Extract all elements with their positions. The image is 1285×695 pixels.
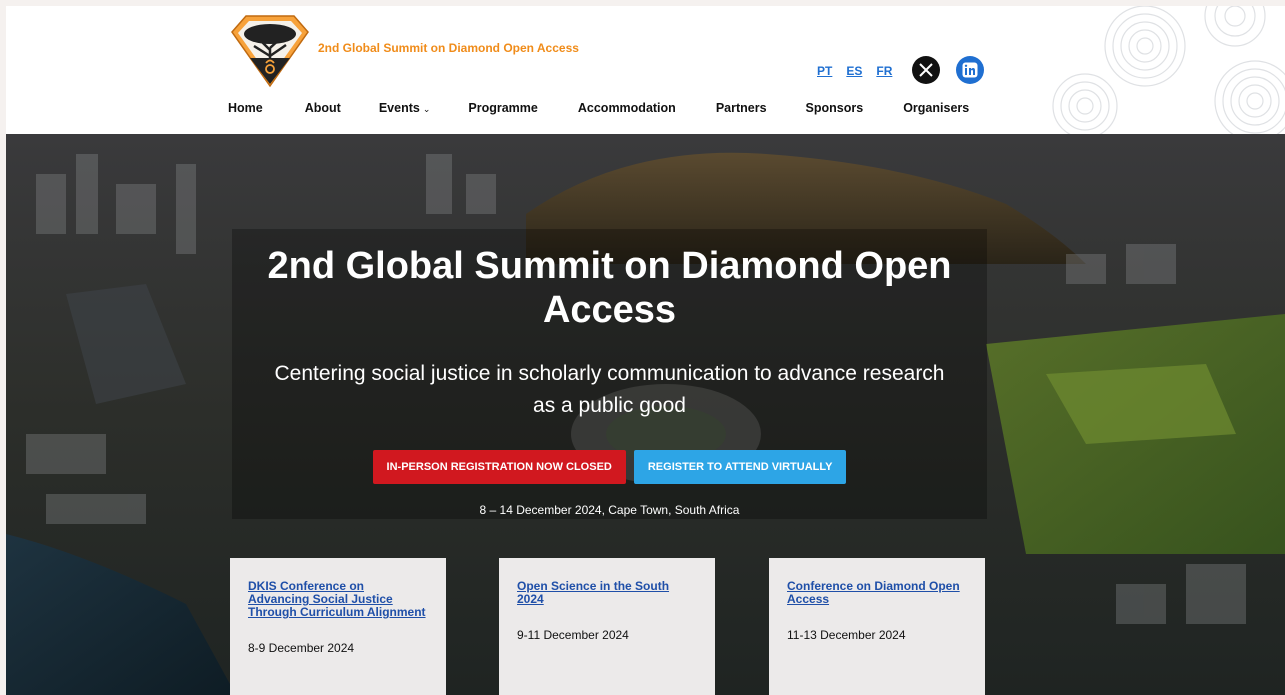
hero-buttons: IN-PERSON REGISTRATION NOW CLOSED REGIST… bbox=[232, 450, 987, 484]
language-link-es[interactable]: ES bbox=[846, 64, 862, 78]
hero-title: 2nd Global Summit on Diamond Open Access bbox=[267, 245, 952, 331]
site-title[interactable]: 2nd Global Summit on Diamond Open Access bbox=[318, 41, 579, 55]
language-switcher: PT ES FR bbox=[817, 64, 892, 78]
event-card-open-science-south: Open Science in the South 2024 9-11 Dece… bbox=[499, 558, 715, 695]
decorative-circles-icon bbox=[1052, 6, 1285, 134]
event-title-link[interactable]: DKIS Conference on Advancing Social Just… bbox=[248, 580, 428, 619]
nav-item-partners[interactable]: Partners bbox=[716, 101, 767, 115]
event-date: 11-13 December 2024 bbox=[787, 628, 906, 642]
nav-item-events[interactable]: Events ⌄ bbox=[379, 101, 431, 115]
in-person-registration-closed-button[interactable]: IN-PERSON REGISTRATION NOW CLOSED bbox=[372, 450, 626, 484]
nav-item-home[interactable]: Home bbox=[228, 101, 263, 115]
summit-logo-icon bbox=[231, 15, 309, 88]
nav-item-events-label: Events bbox=[378, 101, 420, 115]
main-nav: Home About Events ⌄ Programme Accommodati… bbox=[228, 101, 969, 115]
hero-date-location: 8 – 14 December 2024, Cape Town, South A… bbox=[479, 503, 740, 517]
linkedin-social-link[interactable] bbox=[956, 56, 984, 84]
event-card-diamond-oa-conference: Conference on Diamond Open Access 11-13 … bbox=[769, 558, 985, 695]
event-card-dkis: DKIS Conference on Advancing Social Just… bbox=[230, 558, 446, 695]
nav-item-accommodation[interactable]: Accommodation bbox=[578, 101, 676, 115]
site-header: 2nd Global Summit on Diamond Open Access… bbox=[6, 6, 1285, 134]
language-link-fr[interactable]: FR bbox=[876, 64, 892, 78]
language-link-pt[interactable]: PT bbox=[817, 64, 832, 78]
event-title-link[interactable]: Open Science in the South 2024 bbox=[517, 580, 697, 606]
linkedin-logo-icon bbox=[962, 62, 978, 78]
event-date: 8-9 December 2024 bbox=[248, 641, 355, 655]
nav-item-sponsors[interactable]: Sponsors bbox=[806, 101, 864, 115]
event-title-link[interactable]: Conference on Diamond Open Access bbox=[787, 580, 967, 606]
x-social-link[interactable] bbox=[912, 56, 940, 84]
page-frame: 2nd Global Summit on Diamond Open Access… bbox=[6, 6, 1285, 695]
nav-item-programme[interactable]: Programme bbox=[468, 101, 537, 115]
register-virtually-button[interactable]: REGISTER TO ATTEND VIRTUALLY bbox=[633, 450, 847, 484]
hero-subtitle: Centering social justice in scholarly co… bbox=[274, 362, 945, 417]
x-logo-icon bbox=[919, 63, 933, 77]
event-date: 9-11 December 2024 bbox=[517, 628, 629, 642]
chevron-down-icon: ⌄ bbox=[422, 104, 431, 114]
nav-item-organisers[interactable]: Organisers bbox=[903, 101, 969, 115]
hero-section: 2nd Global Summit on Diamond Open Access… bbox=[6, 134, 1285, 695]
nav-item-about[interactable]: About bbox=[305, 101, 341, 115]
